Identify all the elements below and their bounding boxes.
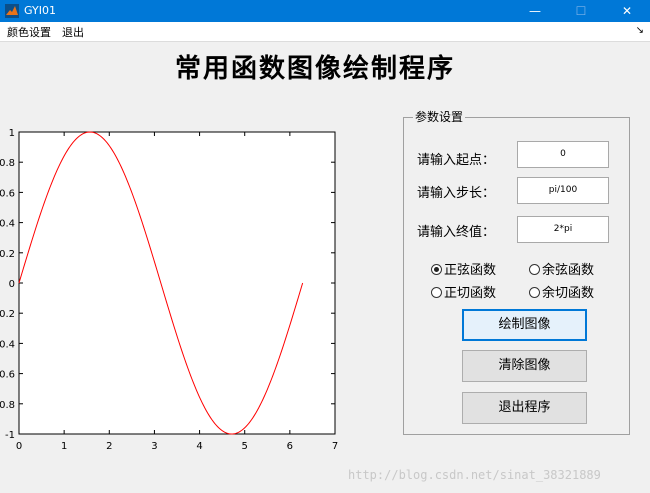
x-tick-label: 3: [151, 441, 157, 452]
menu-bar: 颜色设置 退出 ↘: [0, 22, 650, 42]
draw-button[interactable]: 绘制图像: [462, 309, 587, 341]
matlab-icon: [5, 4, 19, 18]
radio-unchecked-icon: [529, 287, 540, 298]
exit-program-button[interactable]: 退出程序: [462, 392, 587, 424]
x-tick-label: 4: [196, 441, 202, 452]
y-tick-label: 0.2: [0, 249, 15, 260]
radio-cosine-label: 余弦函数: [542, 263, 595, 278]
plot-axes-box: [18, 131, 336, 435]
start-label: 请输入起点：: [417, 153, 496, 168]
close-button[interactable]: ✕: [604, 0, 650, 22]
menu-exit[interactable]: 退出: [62, 24, 84, 40]
radio-checked-icon: [431, 264, 442, 275]
radio-tangent[interactable]: 正切函数: [431, 282, 496, 301]
y-tick-label: -1: [5, 430, 15, 441]
step-input[interactable]: pi/100: [517, 177, 609, 204]
x-tick-label: 0: [16, 441, 22, 452]
y-tick-label: -0.6: [0, 370, 15, 381]
dock-arrow-icon[interactable]: ↘: [636, 25, 644, 36]
y-tick-label: -0.8: [0, 400, 15, 411]
watermark-url: http://blog.csdn.net/sinat_38321889: [348, 468, 601, 482]
y-tick-label: 0.8: [0, 158, 15, 169]
radio-cotangent[interactable]: 余切函数: [529, 282, 594, 301]
menu-color-settings[interactable]: 颜色设置: [7, 24, 51, 40]
y-tick-label: 0.4: [0, 219, 15, 230]
x-tick-label: 2: [106, 441, 112, 452]
radio-cotangent-label: 余切函数: [542, 286, 595, 301]
radio-sine[interactable]: 正弦函数: [431, 259, 496, 278]
parameter-panel-title: 参数设置: [413, 108, 466, 125]
page-title: 常用函数图像绘制程序: [174, 54, 455, 84]
y-tick-label: 1: [9, 128, 15, 139]
step-label: 请输入步长：: [417, 186, 496, 201]
x-tick-label: 5: [242, 441, 248, 452]
x-tick-label: 1: [61, 441, 67, 452]
sine-plot: 0 1 2 3 4 5 6 7 -1 -0.8 -0.6 -0.4 -0.2 0 0.2 0.4 0.6 0.8…: [0, 128, 338, 452]
radio-sine-label: 正弦函数: [444, 263, 497, 278]
y-tick-label: -0.2: [0, 309, 15, 320]
radio-unchecked-icon: [529, 264, 540, 275]
x-tick-label: 6: [287, 441, 293, 452]
radio-tangent-label: 正切函数: [444, 286, 497, 301]
y-tick-label: 0.6: [0, 188, 15, 199]
start-input[interactable]: 0: [517, 141, 609, 168]
x-tick-label: 7: [332, 441, 338, 452]
maximize-button[interactable]: ☐: [558, 0, 604, 22]
y-tick-label: 0: [9, 279, 15, 290]
clear-button[interactable]: 清除图像: [462, 350, 587, 382]
radio-cosine[interactable]: 余弦函数: [529, 259, 594, 278]
title-bar: GYI01 — ☐ ✕: [0, 0, 650, 22]
y-tick-label: -0.4: [0, 339, 15, 350]
radio-unchecked-icon: [431, 287, 442, 298]
end-label: 请输入终值：: [417, 225, 496, 240]
end-input[interactable]: 2*pi: [517, 216, 609, 243]
minimize-button[interactable]: —: [512, 0, 558, 22]
window-title: GYI01: [24, 4, 56, 17]
